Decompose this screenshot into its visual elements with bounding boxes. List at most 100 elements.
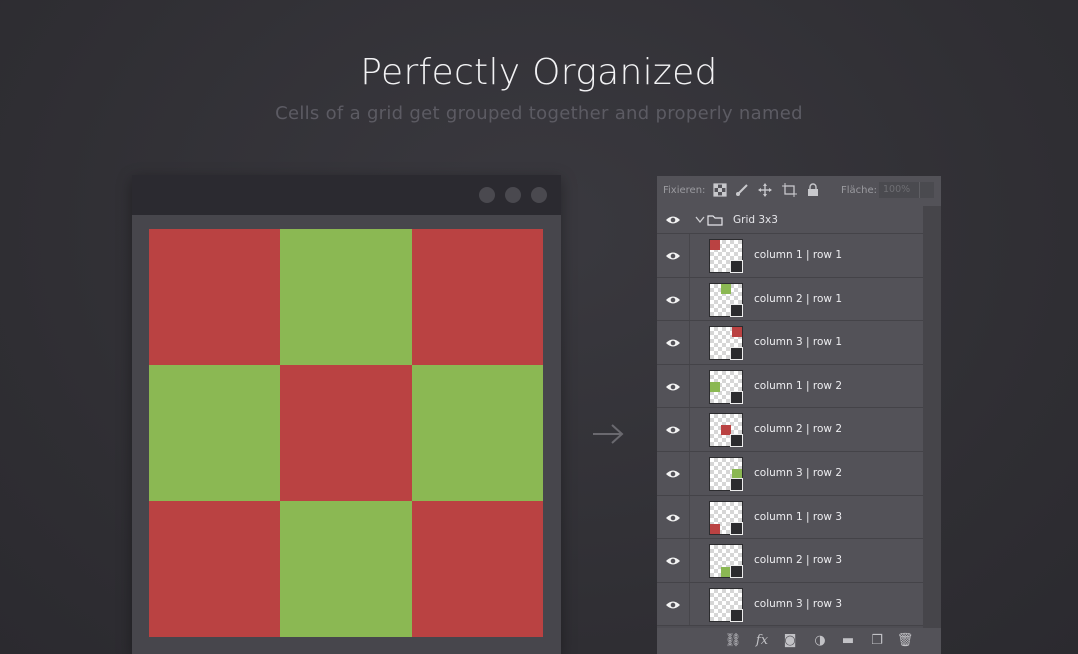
visibility-eye-icon[interactable] — [665, 295, 681, 305]
layer-row[interactable]: column 2 | row 2 — [657, 408, 923, 452]
row-divider — [689, 582, 690, 626]
layer-thumbnail — [709, 544, 743, 579]
layers-panel: Fixieren: Fläche: 100% Grid 3x3 column 1… — [657, 176, 941, 654]
layer-name: column 2 | row 3 — [754, 554, 842, 567]
layer-thumbnail — [709, 413, 743, 448]
visibility-eye-icon[interactable] — [665, 215, 681, 225]
visibility-eye-icon[interactable] — [665, 513, 681, 523]
layer-thumbnail — [709, 282, 743, 317]
mask-icon[interactable]: ◙ — [781, 633, 799, 649]
smart-object-icon — [730, 478, 743, 491]
scrollbar[interactable] — [923, 206, 941, 628]
layer-row[interactable]: column 1 | row 1 — [657, 234, 923, 278]
layer-thumbnail — [709, 369, 743, 404]
layer-row[interactable]: column 3 | row 1 — [657, 321, 923, 365]
thumbnail-color-mark — [710, 240, 720, 250]
grid-cell — [411, 229, 543, 365]
layer-name: column 3 | row 1 — [754, 336, 842, 349]
window-dot-3[interactable] — [531, 187, 547, 203]
layers-panel-toolbar: Fixieren: Fläche: 100% — [657, 176, 941, 206]
visibility-eye-icon[interactable] — [665, 338, 681, 348]
layer-row[interactable]: column 1 | row 3 — [657, 495, 923, 540]
new-layer-icon[interactable]: ❐ — [868, 633, 886, 649]
color-grid — [149, 229, 543, 637]
fill-dropdown-button[interactable] — [919, 182, 934, 198]
link-icon[interactable]: ⛓ — [724, 633, 742, 649]
lock-artboard-icon[interactable] — [782, 183, 797, 197]
window-dot-1[interactable] — [479, 187, 495, 203]
visibility-eye-icon[interactable] — [665, 425, 681, 435]
visibility-eye-icon[interactable] — [665, 382, 681, 392]
lock-all-icon[interactable] — [807, 183, 819, 197]
chevron-down-icon[interactable] — [695, 216, 705, 224]
trash-icon[interactable]: 🗑 — [896, 633, 914, 649]
layer-row[interactable]: column 3 | row 2 — [657, 452, 923, 496]
smart-object-icon — [730, 303, 743, 317]
hero-title: Perfectly Organized — [360, 52, 718, 93]
layer-group-row[interactable]: Grid 3x3 — [657, 206, 923, 234]
layer-name: column 2 | row 1 — [754, 292, 842, 305]
thumbnail-color-mark — [721, 283, 731, 294]
layer-thumbnail — [709, 326, 743, 361]
grid-cell — [149, 501, 281, 637]
folder-new-group-icon[interactable]: ▬ — [839, 633, 857, 649]
lock-transparency-icon[interactable] — [713, 183, 727, 197]
visibility-eye-icon[interactable] — [665, 251, 681, 261]
lock-label: Fixieren: — [663, 185, 706, 196]
visibility-eye-icon[interactable] — [665, 600, 681, 610]
layer-name: column 3 | row 3 — [754, 597, 842, 610]
grid-cell — [280, 365, 412, 501]
row-divider — [689, 234, 690, 277]
smart-object-icon — [730, 565, 743, 579]
grid-cell — [411, 501, 543, 637]
lock-pixels-icon[interactable] — [735, 183, 749, 197]
thumbnail-color-mark — [732, 327, 742, 338]
row-divider — [689, 321, 690, 364]
arrow-right-icon — [593, 424, 624, 444]
canvas-window — [132, 175, 561, 654]
smart-object-icon — [730, 521, 743, 535]
grid-cell — [149, 365, 281, 501]
fill-label: Fläche: — [841, 185, 878, 196]
layer-thumbnail — [709, 587, 743, 622]
group-name: Grid 3x3 — [733, 214, 778, 226]
smart-object-icon — [730, 260, 743, 273]
layer-thumbnail — [709, 457, 743, 491]
layer-row[interactable]: column 2 | row 1 — [657, 277, 923, 322]
layer-row[interactable]: column 3 | row 3 — [657, 582, 923, 627]
layer-thumbnail — [709, 239, 743, 273]
smart-object-icon — [730, 434, 743, 448]
row-divider — [689, 364, 690, 408]
smart-object-icon — [730, 390, 743, 404]
visibility-eye-icon[interactable] — [665, 556, 681, 566]
fill-value-field[interactable]: 100% — [879, 182, 919, 198]
layer-name: column 1 | row 3 — [754, 510, 842, 523]
grid-cell — [280, 501, 412, 637]
window-dot-2[interactable] — [505, 187, 521, 203]
layer-name: column 2 | row 2 — [754, 423, 842, 436]
smart-object-icon — [730, 347, 743, 361]
window-title-bar — [132, 175, 561, 215]
grid-cell — [149, 229, 281, 365]
grid-cell — [411, 365, 543, 501]
folder-icon — [707, 215, 723, 226]
layer-row[interactable]: column 2 | row 3 — [657, 539, 923, 583]
smart-object-icon — [730, 608, 743, 622]
visibility-eye-icon[interactable] — [665, 469, 681, 479]
layer-thumbnail — [709, 500, 743, 535]
layers-panel-bottom-bar: ⛓ fx ◙ ◑ ▬ ❐ 🗑 — [657, 628, 941, 654]
grid-cell — [280, 229, 412, 365]
hero-subtitle: Cells of a grid get grouped together and… — [275, 103, 803, 124]
lock-position-icon[interactable] — [758, 183, 772, 197]
layer-name: column 1 | row 2 — [754, 379, 842, 392]
row-divider — [689, 277, 690, 321]
row-divider — [689, 539, 690, 582]
row-divider — [689, 452, 690, 495]
thumbnail-color-mark — [710, 523, 720, 534]
row-divider — [689, 495, 690, 539]
layer-row[interactable]: column 1 | row 2 — [657, 364, 923, 409]
adjustment-icon[interactable]: ◑ — [811, 633, 829, 649]
layer-name: column 3 | row 2 — [754, 467, 842, 479]
fx-icon[interactable]: fx — [753, 633, 771, 649]
row-divider — [689, 408, 690, 451]
